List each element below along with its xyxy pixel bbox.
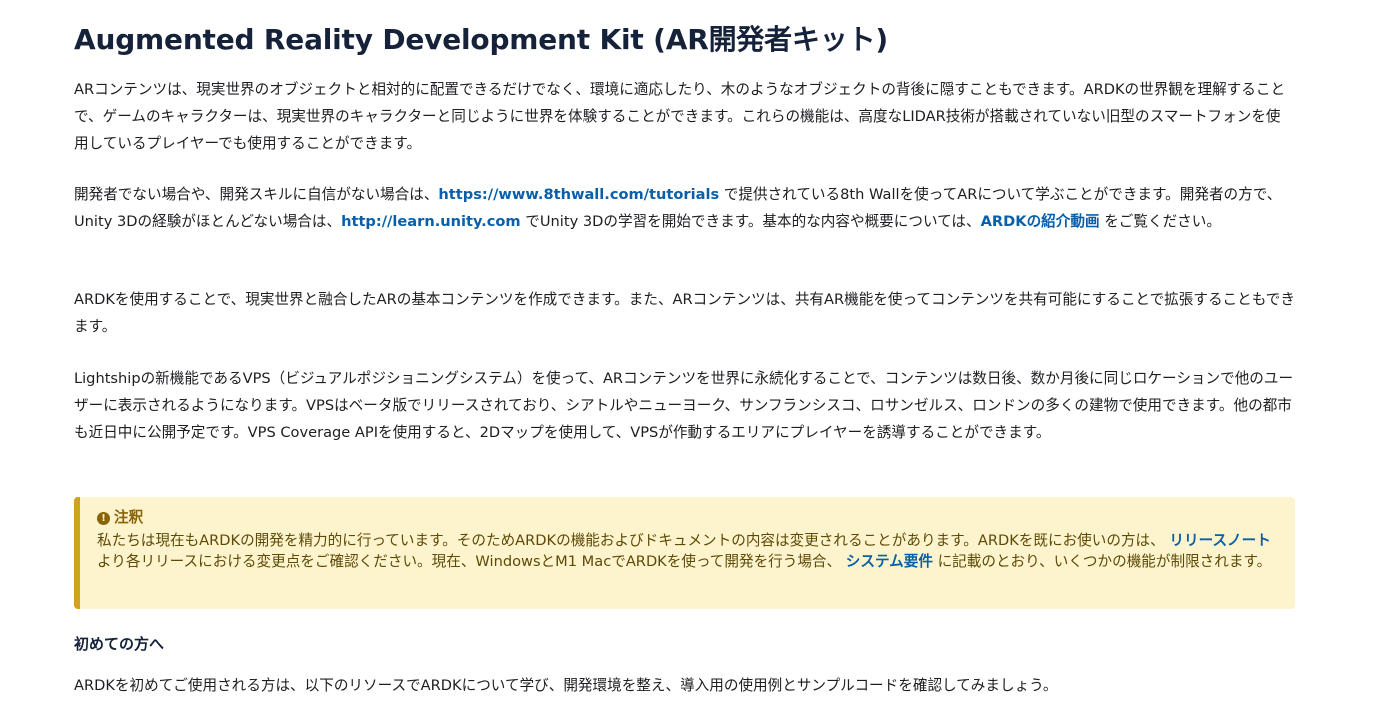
note-title-text: 注釈: [114, 509, 144, 526]
text-span: より各リリースにおける変更点をご確認ください。現在、WindowsとM1 Mac…: [97, 553, 846, 570]
intro-paragraph: ARコンテンツは、現実世界のオブジェクトと相対的に配置できるだけでなく、環境に適…: [74, 81, 1286, 152]
text-span: に記載のとおり、いくつかの機能が制限されます。: [932, 553, 1272, 570]
text-span: でUnity 3Dの学習を開始できます。基本的な内容や概要については、: [520, 213, 981, 230]
text-span: 私たちは現在もARDKの開発を精力的に行っています。そのためARDKの機能および…: [97, 532, 1170, 549]
8thwall-tutorials-link[interactable]: https://www.8thwall.com/tutorials: [438, 186, 719, 203]
basic-content-paragraph: ARDKを使用することで、現実世界と融合したARの基本コンテンツを作成できます。…: [74, 291, 1295, 335]
system-requirements-link[interactable]: システム要件: [846, 553, 933, 570]
note-body: 私たちは現在もARDKの開発を精力的に行っています。そのためARDKの機能および…: [97, 530, 1277, 572]
vps-paragraph: Lightshipの新機能であるVPS（ビジュアルポジショニングシステム）を使っ…: [74, 370, 1294, 441]
learn-unity-link[interactable]: http://learn.unity.com: [341, 213, 521, 230]
learning-paragraph: 開発者でない場合や、開発スキルに自信がない場合は、https://www.8th…: [74, 181, 1295, 235]
text-span: 開発者でない場合や、開発スキルに自信がない場合は、: [74, 186, 439, 203]
text-span: をご覧ください。: [1099, 213, 1221, 230]
note-title: ! 注釈: [97, 507, 1277, 529]
first-time-heading: 初めての方へ: [74, 635, 165, 653]
ardk-intro-video-link[interactable]: ARDKの紹介動画: [981, 213, 1100, 230]
page-title: Augmented Reality Development Kit (AR開発者…: [74, 23, 888, 56]
first-time-paragraph: ARDKを初めてご使用される方は、以下のリソースでARDKについて学び、開発環境…: [74, 677, 1058, 694]
release-notes-link[interactable]: リリースノート: [1169, 532, 1270, 549]
exclamation-circle-icon: !: [97, 511, 110, 525]
note-admonition: ! 注釈 私たちは現在もARDKの開発を精力的に行っています。そのためARDKの…: [74, 497, 1295, 609]
